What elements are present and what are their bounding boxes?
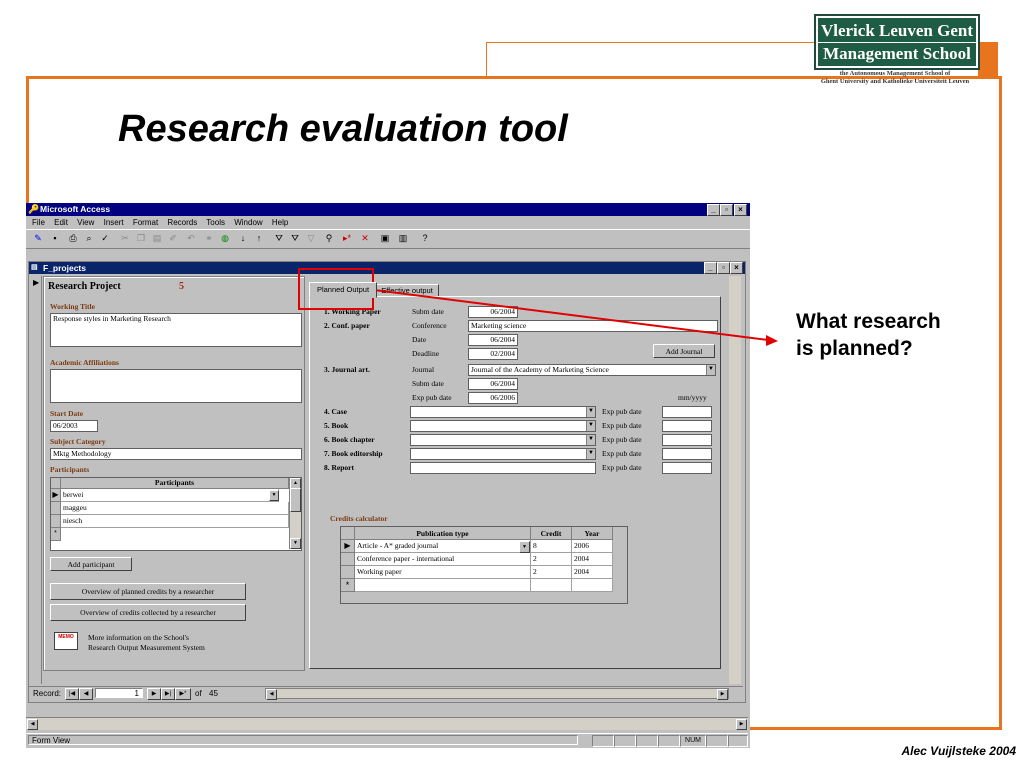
tab-planned-output[interactable]: Planned Output — [309, 282, 377, 298]
callout-arrow — [373, 289, 778, 346]
